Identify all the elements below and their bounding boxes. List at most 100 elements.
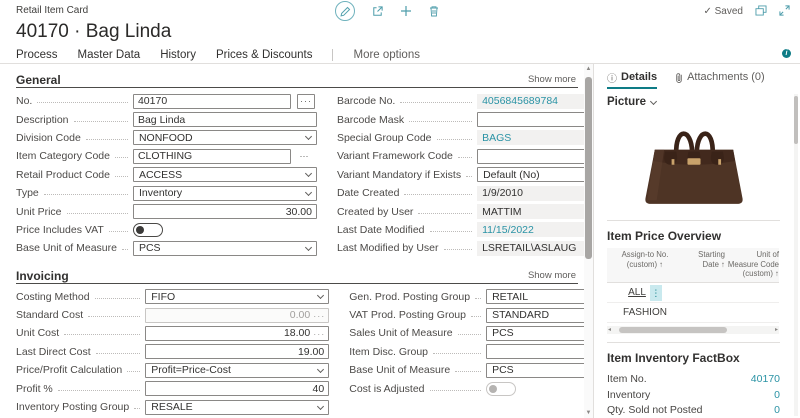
item-category-input[interactable] bbox=[133, 149, 291, 164]
collapse-button[interactable] bbox=[779, 5, 790, 16]
last-direct-cost-input[interactable] bbox=[145, 344, 329, 359]
chevron-down-icon bbox=[305, 189, 312, 196]
menu-item-process[interactable]: Process bbox=[16, 49, 58, 61]
factbox-label: Item No. bbox=[607, 373, 647, 385]
assist-edit-button[interactable]: ··· bbox=[313, 311, 325, 321]
costing-method-select[interactable]: FIFO bbox=[145, 289, 329, 304]
menu-item-history[interactable]: History bbox=[160, 49, 196, 61]
menu-item-prices-discounts[interactable]: Prices & Discounts bbox=[216, 49, 313, 61]
item-price-overview-title: Item Price Overview bbox=[607, 229, 780, 243]
assist-edit-button[interactable]: ··· bbox=[297, 94, 315, 109]
field-label: Division Code bbox=[16, 132, 81, 144]
item-picture[interactable] bbox=[607, 108, 780, 214]
assign-to-all-link[interactable]: ALL bbox=[628, 287, 646, 298]
variant-mandatory-select[interactable]: Default (No) bbox=[477, 167, 584, 182]
item-no-link[interactable]: 40170 bbox=[751, 373, 780, 385]
dotted-leader bbox=[458, 150, 472, 158]
field-label: Created by User bbox=[337, 206, 413, 218]
dotted-leader bbox=[455, 364, 481, 372]
general-show-more-link[interactable]: Show more bbox=[528, 74, 576, 85]
scroll-right-arrow[interactable]: ▸ bbox=[775, 326, 778, 334]
tab-attachments[interactable]: Attachments (0) bbox=[675, 64, 765, 90]
plus-icon bbox=[400, 5, 412, 17]
unit-cost-input[interactable] bbox=[145, 326, 329, 341]
gen-prod-posting-group-select[interactable]: RETAIL bbox=[486, 289, 584, 304]
last-date-modified-value[interactable]: 11/15/2022 bbox=[477, 222, 584, 237]
scroll-up-arrow[interactable]: ▲ bbox=[584, 66, 593, 72]
column-header-starting-date[interactable]: Starting Date ↑ bbox=[683, 250, 725, 279]
barcode-no-value[interactable]: 4056845689784 bbox=[477, 94, 584, 109]
column-header-assign-to[interactable]: Assign-to No. (custom) ↑ bbox=[607, 250, 683, 279]
special-group-code-value[interactable]: BAGS bbox=[477, 130, 584, 145]
sales-uom-select[interactable]: PCS bbox=[486, 326, 584, 341]
field-label: No. bbox=[16, 95, 32, 107]
menu-item-more-options[interactable]: More options bbox=[353, 49, 419, 61]
unit-price-input[interactable] bbox=[133, 204, 317, 219]
context-label: Retail Item Card bbox=[16, 5, 88, 16]
scrollbar-thumb[interactable] bbox=[619, 327, 727, 333]
field-division-code: Division Code NONFOOD bbox=[16, 129, 317, 147]
price-includes-vat-toggle[interactable] bbox=[133, 223, 163, 237]
barcode-mask-input[interactable] bbox=[477, 112, 584, 127]
tab-details[interactable]: ⓘ Details bbox=[607, 64, 657, 90]
assign-to-fashion-cell[interactable]: FASHION bbox=[623, 307, 667, 318]
edit-button[interactable] bbox=[335, 1, 355, 21]
pane-scrollbar[interactable] bbox=[794, 94, 798, 416]
last-modified-by-user-value: LSRETAIL\ASLAUG bbox=[477, 241, 584, 256]
field-label: Price/Profit Calculation bbox=[16, 364, 122, 376]
assist-edit-button[interactable]: ··· bbox=[313, 329, 325, 339]
field-profit-pct: Profit % bbox=[16, 379, 329, 397]
base-uom-select[interactable]: PCS bbox=[133, 241, 317, 256]
invoicing-show-more-link[interactable]: Show more bbox=[528, 270, 576, 281]
grid-row-fashion[interactable]: FASHION bbox=[607, 303, 779, 323]
dotted-leader bbox=[67, 206, 128, 214]
price-profit-calculation-select[interactable]: Profit=Price-Cost bbox=[145, 363, 329, 378]
qty-sold-not-posted-link[interactable]: 0 bbox=[774, 404, 780, 416]
dotted-leader bbox=[404, 187, 472, 195]
vat-prod-posting-group-select[interactable]: STANDARD bbox=[486, 308, 584, 323]
grid-horizontal-scrollbar[interactable]: ◂ ▸ bbox=[607, 326, 779, 334]
assist-edit-button[interactable]: ··· bbox=[295, 151, 313, 161]
new-button[interactable] bbox=[400, 5, 412, 17]
scrollbar-thumb[interactable] bbox=[794, 96, 798, 144]
scroll-down-arrow[interactable]: ▼ bbox=[584, 410, 593, 416]
general-section-header[interactable]: General Show more bbox=[16, 71, 578, 88]
division-code-select[interactable]: NONFOOD bbox=[133, 130, 317, 145]
base-uom-select-2[interactable]: PCS bbox=[486, 363, 584, 378]
popout-button[interactable] bbox=[755, 5, 767, 16]
no-input[interactable] bbox=[133, 94, 291, 109]
retail-product-code-select[interactable]: ACCESS bbox=[133, 167, 317, 182]
share-button[interactable] bbox=[371, 5, 384, 18]
section-title: General bbox=[16, 73, 61, 87]
scrollbar-thumb[interactable] bbox=[585, 77, 592, 259]
scroll-left-arrow[interactable]: ◂ bbox=[608, 326, 611, 334]
section-title: Invoicing bbox=[16, 269, 69, 283]
menu-item-master-data[interactable]: Master Data bbox=[78, 49, 141, 61]
inventory-posting-group-select[interactable]: RESALE bbox=[145, 400, 329, 415]
dotted-leader bbox=[96, 346, 141, 354]
field-gen-prod-posting-group: Gen. Prod. Posting Group RETAIL bbox=[349, 288, 584, 306]
general-left-column: No. ··· Description Division Code NONFOO… bbox=[16, 92, 317, 258]
description-input[interactable] bbox=[133, 112, 317, 127]
row-options-icon[interactable]: ⋮ bbox=[650, 285, 662, 301]
invoicing-section-header[interactable]: Invoicing Show more bbox=[16, 267, 578, 284]
chevron-down-icon bbox=[317, 292, 324, 299]
pencil-icon bbox=[340, 6, 351, 17]
grid-header-row[interactable]: Assign-to No. (custom) ↑ Starting Date ↑… bbox=[607, 248, 779, 283]
variant-framework-select[interactable] bbox=[477, 149, 584, 164]
main-scrollbar[interactable]: ▲ ▼ bbox=[584, 64, 593, 418]
invoicing-right-column: Gen. Prod. Posting Group RETAIL VAT Prod… bbox=[349, 288, 584, 417]
grid-row-all[interactable]: ALL ⋮ bbox=[607, 283, 779, 303]
field-label: Gen. Prod. Posting Group bbox=[349, 291, 470, 303]
chevron-down-icon bbox=[305, 244, 312, 251]
item-disc-group-select[interactable] bbox=[486, 344, 584, 359]
inventory-link[interactable]: 0 bbox=[774, 389, 780, 401]
field-unit-cost: Unit Cost ··· bbox=[16, 324, 329, 342]
profit-pct-input[interactable] bbox=[145, 381, 329, 396]
type-select[interactable]: Inventory bbox=[133, 186, 317, 201]
dotted-leader bbox=[115, 169, 128, 177]
column-header-uom-code[interactable]: Unit of Measure Code (custom) ↑ bbox=[725, 250, 779, 279]
delete-button[interactable] bbox=[428, 5, 440, 17]
info-icon[interactable]: i bbox=[782, 49, 791, 58]
picture-section-toggle[interactable]: Picture bbox=[607, 96, 780, 108]
